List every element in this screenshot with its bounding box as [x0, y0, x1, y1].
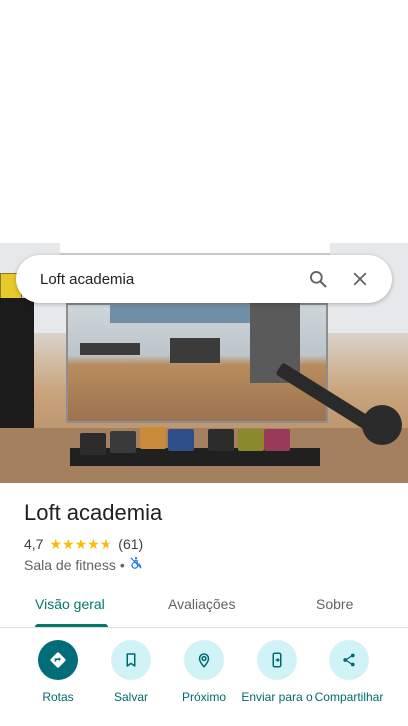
share-label: Compartilhar	[314, 690, 384, 704]
no-wheelchair-icon	[129, 556, 143, 573]
place-tabs: Visão geral Avaliações Sobre	[0, 584, 408, 628]
save-label: Salvar	[113, 690, 148, 704]
nearby-label: Próximo	[181, 690, 226, 704]
rating-value: 4,7	[24, 536, 44, 552]
photo-weight	[264, 429, 290, 451]
tab-about[interactable]: Sobre	[316, 596, 353, 612]
search-box[interactable]: Loft academia	[16, 255, 392, 303]
category-row: Sala de fitness •	[24, 556, 143, 573]
photo-treadmill	[170, 338, 220, 363]
share-icon	[329, 640, 369, 680]
photo-weight	[208, 429, 234, 451]
photo-weight	[110, 431, 136, 453]
bookmark-icon	[111, 640, 151, 680]
star-icon: ★	[87, 536, 100, 552]
send-to-phone-button[interactable]: Enviar para o	[240, 640, 314, 704]
star-half-icon: ★	[99, 536, 113, 552]
photo-roller	[362, 405, 402, 445]
send-to-phone-icon	[257, 640, 297, 680]
tab-overview[interactable]: Visão geral	[35, 596, 105, 612]
nearby-icon	[184, 640, 224, 680]
directions-button[interactable]: Rotas	[21, 640, 95, 704]
photo-weight	[140, 427, 166, 449]
search-query[interactable]: Loft academia	[40, 271, 294, 288]
star-icon: ★	[62, 536, 75, 552]
save-button[interactable]: Salvar	[94, 640, 168, 704]
photo-window	[110, 305, 260, 323]
place-title: Loft academia	[24, 500, 163, 525]
rating-stars: ★ ★ ★ ★ ★	[49, 537, 112, 551]
star-icon: ★	[74, 536, 88, 552]
photo-weight	[168, 429, 194, 451]
separator: •	[119, 556, 125, 573]
close-icon[interactable]	[342, 261, 378, 297]
nearby-button[interactable]: Próximo	[167, 640, 241, 704]
review-count: (61)	[118, 536, 144, 552]
map-area[interactable]	[0, 0, 408, 243]
send-to-phone-label: Enviar para o	[241, 690, 313, 704]
tab-reviews[interactable]: Avaliações	[168, 596, 235, 612]
photo-frame	[60, 243, 330, 255]
directions-label: Rotas	[42, 690, 74, 704]
photo-bench-reflection	[80, 343, 140, 355]
search-icon[interactable]	[300, 261, 336, 297]
photo-weight	[80, 433, 106, 455]
rating-row[interactable]: 4,7 ★ ★ ★ ★ ★ (61)	[24, 536, 143, 552]
share-button[interactable]: Compartilhar	[312, 640, 386, 704]
action-bar: Rotas Salvar Próximo Enviar para o Compa…	[0, 640, 408, 726]
star-icon: ★	[49, 536, 63, 552]
photo-weight	[238, 429, 264, 451]
tab-indicator	[35, 624, 108, 627]
place-category: Sala de fitness	[24, 556, 116, 573]
directions-icon	[38, 640, 78, 680]
